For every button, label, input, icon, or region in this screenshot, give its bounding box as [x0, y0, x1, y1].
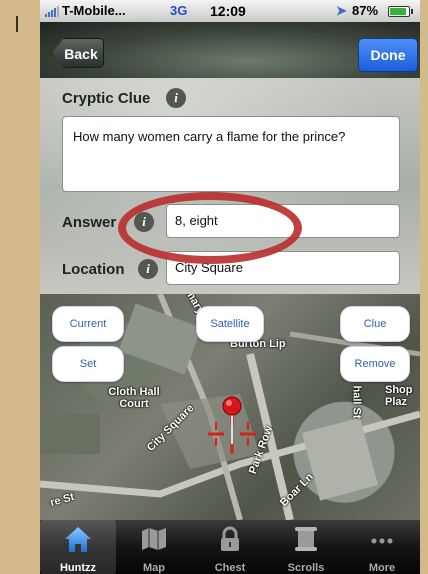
- text-cursor: [16, 16, 18, 32]
- tab-label-scrolls: Scrolls: [287, 562, 325, 574]
- satellite-map[interactable]: mary St Burton Lip Cloth Hall Court City…: [40, 294, 420, 520]
- done-button[interactable]: Done: [358, 38, 418, 72]
- clue-form: Cryptic Clue i How many women carry a fl…: [40, 78, 420, 294]
- tab-label-more: More: [368, 562, 396, 574]
- location-info-icon[interactable]: i: [138, 259, 158, 279]
- map-pin[interactable]: [40, 294, 420, 520]
- signal-icon: [45, 6, 59, 17]
- tab-map[interactable]: Map: [116, 520, 192, 574]
- scroll-icon: [295, 527, 317, 551]
- network-type: 3G: [170, 3, 188, 18]
- carrier-name: T-Mobile...: [62, 3, 126, 18]
- battery-icon: [388, 6, 413, 17]
- tab-more[interactable]: More: [344, 520, 420, 574]
- answer-label: Answer: [62, 214, 117, 231]
- map-icon: [142, 528, 166, 550]
- clue-textarea[interactable]: How many women carry a flame for the pri…: [62, 116, 400, 192]
- tab-label-chest: Chest: [214, 562, 246, 574]
- navigation-bar: Back Done: [40, 22, 420, 78]
- answer-field[interactable]: 8, eight: [166, 204, 400, 238]
- back-button[interactable]: Back: [52, 38, 104, 68]
- phone-screen: T-Mobile... 3G 12:09 ➤ 87% Back Done Cry…: [40, 0, 420, 574]
- status-bar: T-Mobile... 3G 12:09 ➤ 87%: [40, 0, 420, 22]
- clue-info-icon[interactable]: i: [166, 88, 186, 108]
- tab-chest[interactable]: Chest: [192, 520, 268, 574]
- cryptic-clue-label: Cryptic Clue: [62, 90, 151, 107]
- tab-label-huntzz: Huntzz: [59, 562, 97, 574]
- location-label: Location: [62, 261, 125, 278]
- more-icon: [371, 538, 393, 544]
- location-field[interactable]: City Square: [166, 251, 400, 285]
- home-icon: [65, 527, 91, 552]
- tab-scrolls[interactable]: Scrolls: [268, 520, 344, 574]
- location-arrow-icon: ➤: [336, 3, 347, 18]
- lock-icon: [221, 526, 239, 551]
- answer-info-icon[interactable]: i: [134, 212, 154, 232]
- tab-bar: Huntzz Map Chest Scrolls More: [40, 520, 420, 574]
- battery-percent: 87%: [352, 3, 379, 18]
- clock: 12:09: [210, 3, 246, 19]
- tab-label-map: Map: [143, 562, 165, 574]
- tab-huntzz[interactable]: Huntzz: [40, 520, 116, 574]
